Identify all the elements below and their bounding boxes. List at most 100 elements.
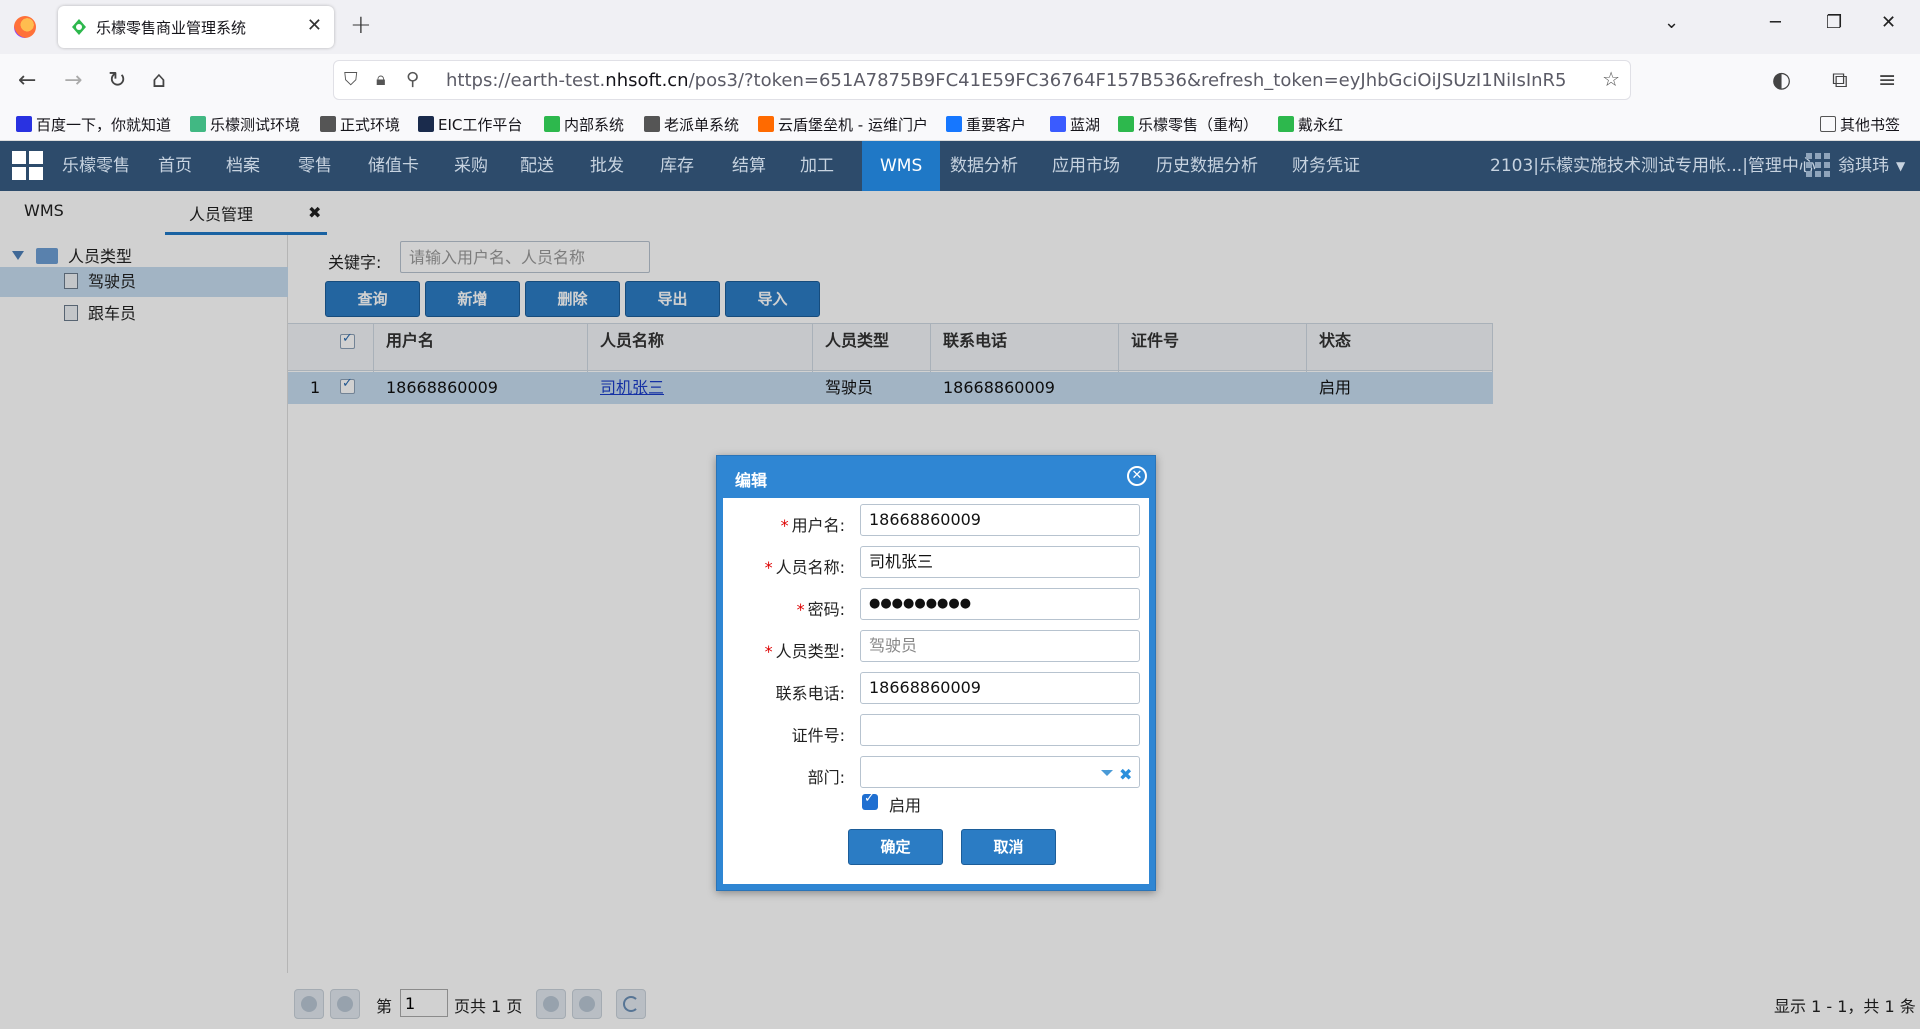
phone-label: 联系电话: (775, 684, 845, 703)
folder-icon (1820, 116, 1836, 132)
bookmark-item[interactable]: 乐檬零售（重构） (1118, 114, 1258, 135)
bookmark-item[interactable]: 乐檬测试环境 (190, 114, 300, 135)
bookmark-item[interactable]: 云盾堡垒机 - 运维门户 (758, 114, 928, 135)
dialog-form: * 用户名: 18668860009 * 人员名称: 司机张三 * 密码: ●●●●●… (723, 498, 1149, 884)
bookmark-label: 乐檬零售（重构） (1138, 116, 1259, 134)
bookmark-star-icon[interactable]: ☆ (1602, 67, 1620, 91)
dept-select[interactable]: ✖ (860, 756, 1140, 788)
app-logo-icon (12, 151, 44, 181)
bookmark-label: EIC工作平台 (438, 116, 523, 134)
eic-icon (418, 116, 434, 132)
bookmark-item[interactable]: 正式环境 (320, 114, 400, 135)
menu-item-0[interactable]: 首页 (158, 141, 192, 191)
home-icon[interactable]: ⌂ (152, 68, 166, 93)
new-tab-button[interactable]: + (350, 10, 372, 40)
back-icon[interactable]: ← (18, 68, 36, 93)
name-label: * 人员名称: (764, 558, 845, 577)
bookmark-item[interactable]: 内部系统 (544, 114, 624, 135)
permissions-icon[interactable]: ⚲ (406, 69, 419, 90)
menu-item-10[interactable]: WMS (862, 141, 941, 191)
clear-icon[interactable]: ✖ (1119, 760, 1132, 790)
forward-icon[interactable]: → (64, 68, 82, 93)
menu-item-14[interactable]: 财务凭证 (1292, 141, 1360, 191)
account-info[interactable]: 2103|乐檬实施技术测试专用帐...|管理中心 (1490, 141, 1816, 191)
type-field: 驾驶员 (860, 630, 1140, 662)
dialog-title: 编辑 (735, 471, 768, 490)
butterfly-icon (946, 116, 962, 132)
menu-item-5[interactable]: 配送 (520, 141, 554, 191)
username-label: * 用户名: (780, 516, 845, 535)
cloud-icon (758, 116, 774, 132)
menu-item-9[interactable]: 加工 (800, 141, 834, 191)
menu-item-6[interactable]: 批发 (590, 141, 624, 191)
phone-field[interactable]: 18668860009 (860, 672, 1140, 704)
lemon-icon (1118, 116, 1134, 132)
browser-tab[interactable]: 乐檬零售商业管理系统 ✕ (58, 6, 334, 48)
bookmark-label: 百度一下，你就知道 (36, 116, 172, 134)
url-text[interactable]: https://earth-test.nhsoft.cn/pos3/?token… (446, 70, 1566, 91)
user-name[interactable]: 翁琪玮 (1838, 141, 1889, 191)
url-suffix: /pos3/?token=651A7875B9FC41E59FC36764F15… (688, 70, 1566, 91)
apps-grid-icon[interactable] (1806, 153, 1830, 177)
dept-label: 部门: (807, 768, 845, 787)
list-tabs-icon[interactable]: ⌄ (1664, 12, 1679, 33)
edit-dialog: 编辑 ✕ * 用户名: 18668860009 * 人员名称: 司机张三 * 密码: … (716, 455, 1156, 891)
menu-item-2[interactable]: 零售 (298, 141, 332, 191)
menu-item-11[interactable]: 数据分析 (950, 141, 1018, 191)
bookmark-item[interactable]: 百度一下，你就知道 (16, 114, 171, 135)
cancel-button[interactable]: 取消 (961, 829, 1056, 865)
enable-checkbox[interactable] (862, 791, 878, 810)
dialog-close-icon[interactable]: ✕ (1127, 466, 1147, 486)
menu-item-7[interactable]: 库存 (660, 141, 694, 191)
firefox-icon[interactable] (14, 16, 36, 38)
url-prefix: https://earth-test. (446, 70, 606, 91)
url-domain: nhsoft.cn (605, 70, 689, 91)
name-field[interactable]: 司机张三 (860, 546, 1140, 578)
account-icon[interactable]: ◐ (1772, 68, 1791, 93)
menu-item-3[interactable]: 储值卡 (368, 141, 419, 191)
folder-icon (320, 116, 336, 132)
bookmark-label: 老派单系统 (664, 116, 740, 134)
bookmark-label: 戴永红 (1298, 116, 1344, 134)
close-window-button[interactable]: ✕ (1881, 12, 1896, 33)
bookmark-item[interactable]: EIC工作平台 (418, 114, 522, 135)
menu-item-13[interactable]: 历史数据分析 (1156, 141, 1258, 191)
restore-button[interactable]: ❐ (1826, 12, 1842, 33)
bookmark-item[interactable]: 重要客户 (946, 114, 1026, 135)
menu-item-4[interactable]: 采购 (454, 141, 488, 191)
bookmark-label: 蓝湖 (1070, 116, 1101, 134)
menu-icon[interactable]: ≡ (1878, 68, 1896, 93)
browser-tab-title: 乐檬零售商业管理系统 (96, 19, 247, 37)
bookmarks-bar: 其他书签 百度一下，你就知道 乐檬测试环境 正式环境 EIC工作平台 内部系统 老派单系统… (0, 109, 1920, 141)
globe-icon (644, 116, 660, 132)
bookmark-label: 乐檬测试环境 (210, 116, 301, 134)
bookmark-label: 重要客户 (966, 116, 1027, 134)
username-field[interactable]: 18668860009 (860, 504, 1140, 536)
bookmark-item[interactable]: 戴永红 (1278, 114, 1343, 135)
password-field[interactable]: ●●●●●●●●● (860, 588, 1140, 620)
dropdown-arrow-icon[interactable] (1101, 770, 1113, 776)
app-header: 乐檬零售 首页 档案 零售 储值卡 采购 配送 批发 库存 结算 加工 WMS 数据分析 应用市场 历史数… (0, 141, 1920, 191)
other-bookmarks[interactable]: 其他书签 (1820, 114, 1900, 135)
lock-icon[interactable]: 🔒︎ (376, 69, 386, 90)
minimize-button[interactable]: ─ (1770, 12, 1781, 33)
menu-item-12[interactable]: 应用市场 (1052, 141, 1120, 191)
user-dropdown-icon[interactable]: ▼ (1896, 141, 1905, 191)
shield-icon[interactable]: ⛉ (344, 69, 358, 90)
app-brand[interactable]: 乐檬零售 (62, 141, 130, 191)
id-no-field[interactable] (860, 714, 1140, 746)
bookmark-item[interactable]: 蓝湖 (1050, 114, 1100, 135)
close-tab-icon[interactable]: ✕ (307, 15, 322, 36)
other-bookmarks-label: 其他书签 (1840, 116, 1901, 134)
extensions-icon[interactable]: ⧉ (1832, 68, 1848, 93)
url-bar[interactable]: ⛉ 🔒︎ ⚲ https://earth-test.nhsoft.cn/pos3… (333, 60, 1631, 100)
bookmark-item[interactable]: 老派单系统 (644, 114, 739, 135)
type-label: * 人员类型: (764, 642, 845, 661)
menu-item-8[interactable]: 结算 (732, 141, 766, 191)
id-no-label: 证件号: (791, 726, 845, 745)
paw-icon (16, 116, 32, 132)
reload-icon[interactable]: ↻ (108, 68, 126, 93)
confirm-button[interactable]: 确定 (848, 829, 943, 865)
lemon-favicon-icon (72, 19, 86, 35)
menu-item-1[interactable]: 档案 (226, 141, 260, 191)
